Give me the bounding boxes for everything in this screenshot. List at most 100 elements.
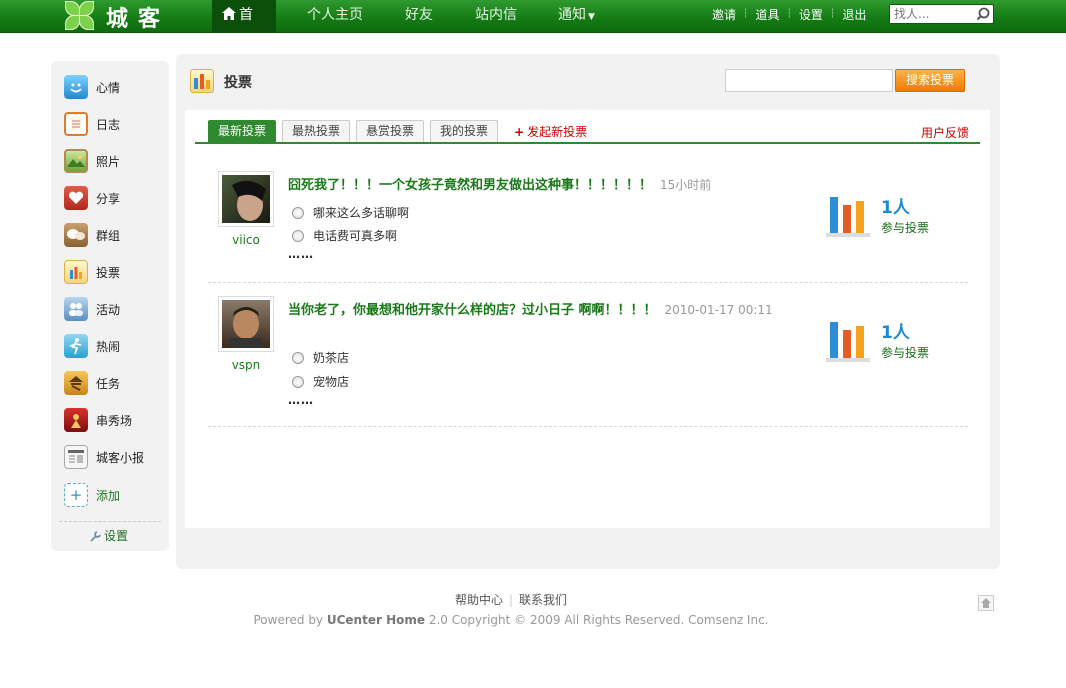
task-icon — [64, 371, 88, 395]
sidebar-item-label: 串秀场 — [96, 413, 133, 428]
sidebar-item-blog[interactable]: 日志 — [64, 111, 120, 137]
poll-vote-count: 1人 — [881, 198, 910, 218]
sidebar-add[interactable]: + 添加 — [64, 482, 120, 508]
tab-hottest[interactable]: 最热投票 — [282, 120, 351, 142]
sidebar-item-tasks[interactable]: 任务 — [64, 370, 120, 396]
sidebar-item-show[interactable]: 串秀场 — [64, 407, 132, 433]
sidebar-item-label: 群组 — [96, 228, 121, 243]
sidebar-item-polls[interactable]: 投票 — [64, 259, 120, 285]
people-search — [889, 4, 994, 24]
tab-mine[interactable]: 我的投票 — [430, 120, 499, 142]
sidebar-item-share[interactable]: 分享 — [64, 185, 120, 211]
top-bar: 城客 首页 个人主页 好友 站内信 通知 ▼ 邀请 ┆ 道具 ┆ 设置 ┆ 退出 — [0, 0, 1066, 53]
plus-icon: + — [64, 483, 88, 507]
footer-copyright: Powered by UCenter Home 2.0 Copyright © … — [253, 613, 769, 627]
poll-option[interactable]: 宠物店 — [292, 373, 349, 390]
site-logo[interactable]: 城客 — [62, 0, 170, 33]
main-nav: 首页 个人主页 好友 站内信 通知 ▼ — [212, 0, 595, 53]
poll-list-container: 最新投票 最热投票 悬赏投票 我的投票 + 发起新投票 用户反馈 viico 囧死… — [185, 110, 990, 528]
contact-link[interactable]: 联系我们 — [519, 593, 567, 607]
new-poll-link[interactable]: + 发起新投票 — [514, 120, 587, 142]
search-icon[interactable] — [976, 7, 990, 21]
poll-option[interactable]: 奶茶店 — [292, 349, 349, 366]
nav-notifications[interactable]: 通知 ▼ — [558, 0, 595, 33]
radio-button[interactable] — [292, 351, 304, 364]
plus-icon: + — [514, 125, 525, 139]
tab-reward[interactable]: 悬赏投票 — [356, 120, 425, 142]
sidebar-add-label: 添加 — [96, 488, 121, 503]
bar-chart-icon — [64, 260, 88, 284]
back-to-top-button[interactable] — [978, 595, 994, 611]
sidebar-divider — [59, 521, 161, 522]
radio-button[interactable] — [292, 206, 304, 219]
radio-button[interactable] — [292, 229, 304, 242]
sidebar-item-groups[interactable]: 群组 — [64, 222, 120, 248]
avatar[interactable] — [218, 171, 274, 227]
sidebar-item-events[interactable]: 活动 — [64, 296, 120, 322]
newspaper-icon — [64, 445, 88, 469]
home-icon — [981, 598, 991, 608]
logo-text: 城客 — [106, 6, 171, 32]
nav-home[interactable]: 首页 — [212, 0, 276, 53]
poll-item: vspn 当你老了，你最想和他开家什么样的店？过小日子 啊啊！！！！ 2010-0… — [208, 296, 968, 426]
caret-down-icon: ▼ — [588, 12, 595, 22]
avatar[interactable] — [218, 296, 274, 352]
heart-icon — [64, 186, 88, 210]
poll-stats-chart-icon — [826, 322, 870, 362]
tab-latest[interactable]: 最新投票 — [208, 120, 277, 142]
sidebar-item-label: 分享 — [96, 191, 121, 206]
nav-friends[interactable]: 好友 — [405, 0, 433, 33]
sidebar-item-label: 心情 — [96, 80, 121, 95]
sidebar-item-label: 日志 — [96, 117, 121, 132]
radio-button[interactable] — [292, 375, 304, 388]
smiley-icon — [64, 75, 88, 99]
poll-title[interactable]: 囧死我了！！！一个女孩子竟然和男友做出这种事！！！！！！ 15小时前 — [288, 173, 808, 198]
poll-search-button[interactable]: 搜索投票 — [895, 69, 965, 92]
poll-option[interactable]: 哪来这么多话聊啊 — [292, 204, 409, 221]
main-panel: 投票 搜索投票 最新投票 最热投票 悬赏投票 我的投票 + 发起新投票 用户反馈 … — [176, 54, 1000, 569]
sidebar-item-label: 城客小报 — [96, 450, 145, 465]
sidebar-item-label: 任务 — [96, 376, 121, 391]
nav-messages[interactable]: 站内信 — [475, 0, 517, 33]
photo-icon — [64, 149, 88, 173]
settings-link[interactable]: 设置 — [799, 6, 823, 23]
poll-title[interactable]: 当你老了，你最想和他开家什么样的店？过小日子 啊啊！！！！ 2010-01-17 … — [288, 298, 808, 323]
poll-header-icon — [190, 69, 214, 93]
poll-vote-label[interactable]: 参与投票 — [881, 344, 929, 361]
poll-time: 15小时前 — [660, 178, 712, 192]
poll-tabs: 最新投票 最热投票 悬赏投票 我的投票 + 发起新投票 — [208, 120, 587, 142]
sidebar-item-hot[interactable]: 热闹 — [64, 333, 120, 359]
poll-search-input[interactable] — [725, 69, 893, 92]
sidebar: 心情 日志 照片 分享 群组 投票 活动 热闹 任务 串秀场 城客小报 + 添加… — [51, 61, 169, 551]
poll-author[interactable]: vspn — [218, 358, 274, 372]
poll-time: 2010-01-17 00:11 — [664, 303, 773, 317]
tab-underline — [195, 142, 980, 144]
sidebar-item-label: 投票 — [96, 265, 121, 280]
invite-link[interactable]: 邀请 — [712, 6, 736, 23]
nav-profile[interactable]: 个人主页 — [307, 0, 363, 33]
poll-author[interactable]: viico — [218, 233, 274, 247]
people-icon — [64, 297, 88, 321]
logout-link[interactable]: 退出 — [842, 6, 866, 23]
notepad-icon — [64, 112, 88, 136]
poll-item: viico 囧死我了！！！一个女孩子竟然和男友做出这种事！！！！！！ 15小时前 … — [208, 171, 968, 281]
people-search-input[interactable] — [890, 5, 972, 23]
poll-divider — [208, 426, 968, 427]
poll-vote-label[interactable]: 参与投票 — [881, 219, 929, 236]
feedback-link[interactable]: 用户反馈 — [921, 124, 969, 141]
sidebar-item-label: 热闹 — [96, 339, 121, 354]
sidebar-item-mood[interactable]: 心情 — [64, 74, 120, 100]
clover-logo-icon — [62, 0, 98, 33]
poll-divider — [208, 282, 968, 283]
poll-option[interactable]: 电话费可真多啊 — [292, 227, 397, 244]
sidebar-item-news[interactable]: 城客小报 — [64, 444, 144, 470]
top-links: 邀请 ┆ 道具 ┆ 设置 ┆ 退出 — [712, 6, 867, 23]
poll-vote-count: 1人 — [881, 323, 910, 343]
poll-more[interactable]: …… — [288, 247, 314, 261]
poll-more[interactable]: …… — [288, 393, 314, 407]
chat-bubbles-icon — [64, 223, 88, 247]
sidebar-item-photos[interactable]: 照片 — [64, 148, 120, 174]
sidebar-settings-link[interactable]: 设置 — [90, 527, 128, 544]
props-link[interactable]: 道具 — [755, 6, 779, 23]
help-link[interactable]: 帮助中心 — [455, 593, 503, 607]
